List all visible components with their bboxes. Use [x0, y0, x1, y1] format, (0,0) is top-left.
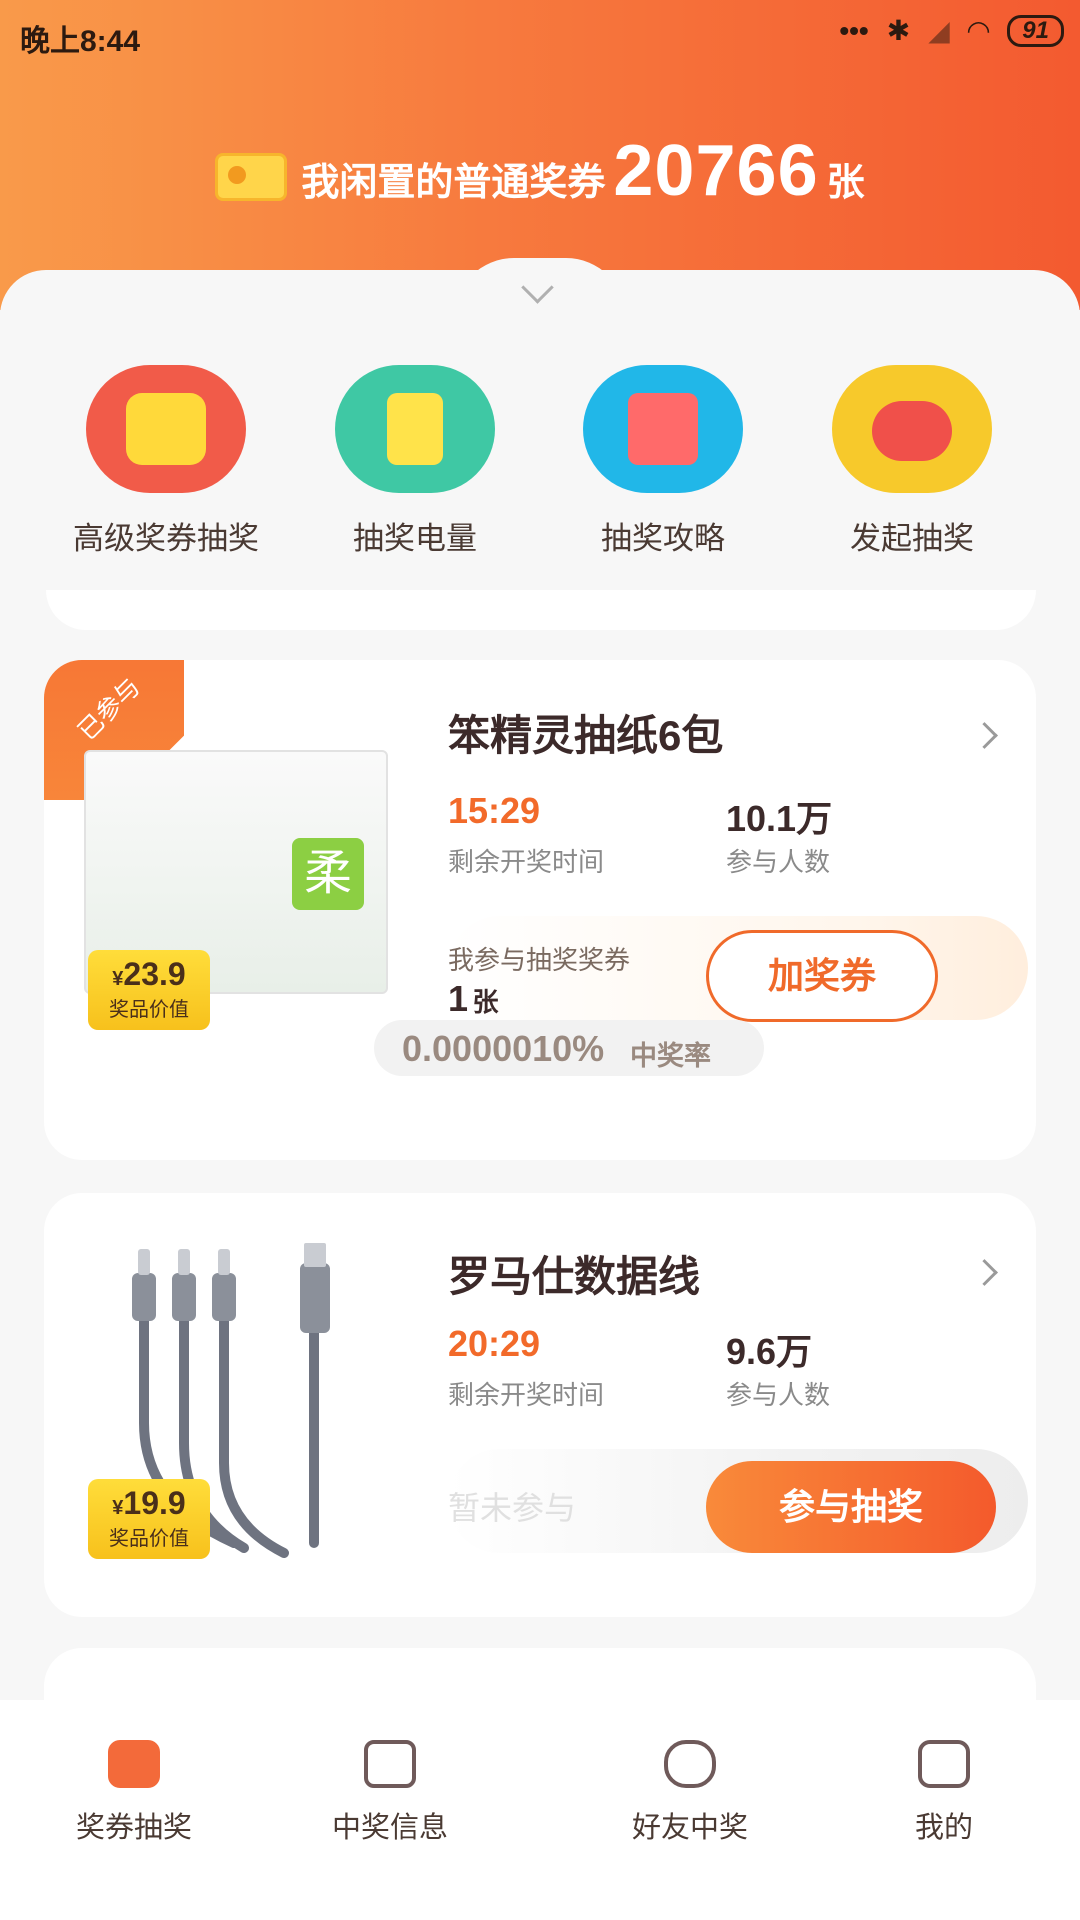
quick-action-label: 抽奖电量	[353, 521, 477, 556]
push-button-icon	[832, 365, 992, 493]
product-title[interactable]: 笨精灵抽纸6包	[448, 702, 723, 763]
signal-icon: ◢	[928, 15, 950, 46]
ticket-count: 20766	[613, 131, 819, 211]
win-rate-pill: 0.0000010% 中奖率	[374, 1020, 764, 1076]
join-lottery-button[interactable]: 参与抽奖	[706, 1461, 996, 1553]
prize-value-label: 奖品价值	[109, 1528, 189, 1550]
remaining-time-value: 15:29	[448, 790, 541, 831]
quick-action-energy[interactable]: 抽奖电量	[305, 365, 525, 558]
chevron-right-icon[interactable]	[971, 1259, 998, 1286]
remaining-time-label: 剩余开奖时间	[448, 847, 605, 877]
participants-value: 10.1万	[726, 798, 833, 839]
ticket-summary[interactable]: 我闲置的普通奖券 20766 张	[0, 130, 1080, 212]
my-tickets-unit: 张	[472, 987, 499, 1017]
participants-value: 9.6万	[726, 1331, 813, 1372]
lottery-card[interactable]: ¥19.9 奖品价值 罗马仕数据线 20:29 剩余开奖时间 9.6万 参与人数…	[44, 1193, 1036, 1617]
currency-symbol: ¥	[112, 968, 124, 990]
lottery-card[interactable]: 已参与 柔 ¥23.9 奖品价值 笨精灵抽纸6包 15:29 剩余开奖时间 10…	[44, 660, 1036, 1160]
ticket-label: 我闲置的普通奖券	[301, 162, 606, 204]
gift-box-icon	[108, 1740, 160, 1788]
my-tickets-label: 我参与抽奖奖券	[448, 945, 631, 975]
participants-label: 参与人数	[726, 847, 831, 877]
battery-charge-icon	[335, 365, 495, 493]
prize-value-badge: ¥19.9 奖品价值	[88, 1479, 210, 1559]
ticket-unit: 张	[826, 162, 865, 204]
prize-value-label: 奖品价值	[109, 999, 189, 1021]
guide-book-icon	[583, 365, 743, 493]
profile-face-icon	[918, 1740, 970, 1788]
product-title[interactable]: 罗马仕数据线	[448, 1243, 700, 1304]
prize-value: 19.9	[123, 1485, 186, 1521]
quick-action-label: 抽奖攻略	[601, 521, 725, 556]
nav-tab-me[interactable]: 我的	[844, 1740, 1044, 1846]
nav-tab-label: 奖券抽奖	[75, 1812, 192, 1844]
chevron-right-icon[interactable]	[971, 722, 998, 749]
status-time: 晚上8:44	[20, 25, 141, 58]
win-rate-value: 0.0000010%	[402, 1028, 605, 1069]
product-image-tag: 柔	[292, 838, 364, 910]
my-tickets-count: 1	[448, 978, 469, 1019]
quick-action-start-lottery[interactable]: 发起抽奖	[802, 365, 1022, 558]
status-bar: 晚上8:44 ••• ✱ ◢ ◠ 91	[0, 0, 1080, 76]
bluetooth-icon: ✱	[886, 15, 911, 46]
nav-tab-label: 好友中奖	[631, 1812, 748, 1844]
prize-value: 23.9	[123, 956, 186, 992]
quick-action-label: 发起抽奖	[850, 521, 974, 556]
wifi-icon: ◠	[967, 15, 990, 46]
nav-tab-label: 我的	[914, 1812, 973, 1844]
currency-symbol: ¥	[112, 1497, 124, 1519]
remaining-time-label: 剩余开奖时间	[448, 1380, 605, 1410]
status-icons: ••• ✱ ◢ ◠ 91	[839, 14, 1064, 47]
treasure-box-icon	[86, 365, 246, 493]
camera-icon	[364, 1740, 416, 1788]
quick-action-label: 高级奖券抽奖	[73, 521, 259, 556]
quick-actions-panel	[46, 590, 1036, 630]
prize-value-badge: ¥23.9 奖品价值	[88, 950, 210, 1030]
nav-tab-label: 中奖信息	[331, 1812, 448, 1844]
bottom-nav: 奖券抽奖 中奖信息 好友中奖 我的	[0, 1700, 1080, 1920]
my-tickets-count-group: 1 张	[448, 978, 499, 1020]
friends-icon	[664, 1740, 716, 1788]
quick-action-premium-lottery[interactable]: 高级奖券抽奖	[56, 365, 276, 558]
add-ticket-button[interactable]: 加奖券	[706, 930, 938, 1022]
nav-tab-winners[interactable]: 中奖信息	[290, 1740, 490, 1846]
quick-action-guide[interactable]: 抽奖攻略	[553, 365, 773, 558]
battery-icon: 91	[1007, 14, 1064, 47]
ticket-icon	[215, 153, 288, 201]
nav-tab-lottery[interactable]: 奖券抽奖	[34, 1740, 234, 1846]
remaining-time-value: 20:29	[448, 1323, 541, 1364]
win-rate-label: 中奖率	[630, 1041, 711, 1071]
participants-label: 参与人数	[726, 1380, 831, 1410]
more-dots-icon: •••	[839, 14, 869, 46]
join-status-text: 暂未参与	[448, 1490, 577, 1526]
nav-tab-friends[interactable]: 好友中奖	[590, 1740, 790, 1846]
